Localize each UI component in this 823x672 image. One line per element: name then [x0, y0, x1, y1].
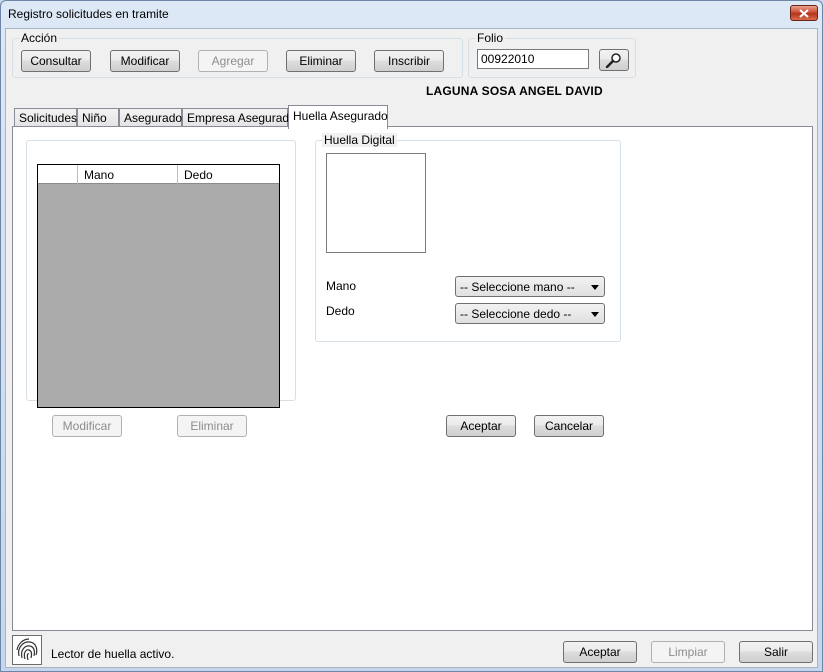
modificar-button[interactable]: Modificar	[110, 50, 180, 72]
close-icon	[799, 8, 809, 18]
tab-nino[interactable]: Niño	[77, 108, 119, 127]
fingerprint-glyph	[16, 638, 38, 661]
asegurado-nombre: LAGUNA SOSA ANGEL DAVID	[426, 84, 603, 98]
huellas-grid[interactable]: Mano Dedo	[37, 164, 280, 408]
grid-header: Mano Dedo	[38, 165, 279, 184]
inscribir-button[interactable]: Inscribir	[374, 50, 444, 72]
accion-legend: Acción	[19, 31, 60, 45]
dedo-label: Dedo	[326, 304, 355, 318]
fingerprint-preview	[326, 153, 426, 253]
status-text: Lector de huella activo.	[51, 647, 175, 661]
tab-asegurado[interactable]: Asegurado	[119, 108, 182, 127]
chevron-down-icon	[591, 312, 599, 317]
mano-select[interactable]: -- Seleccione mano --	[455, 276, 605, 297]
footer-salir-button[interactable]: Salir	[739, 641, 813, 663]
huellas-grid-group: Mano Dedo	[26, 140, 296, 408]
agregar-button[interactable]: Agregar	[198, 50, 268, 72]
grid-eliminar-button[interactable]: Eliminar	[177, 415, 247, 437]
huella-aceptar-button[interactable]: Aceptar	[446, 415, 516, 437]
grid-col-dedo[interactable]: Dedo	[178, 165, 279, 184]
footer-aceptar-button[interactable]: Aceptar	[563, 641, 637, 663]
folio-legend: Folio	[475, 31, 506, 45]
dedo-select-value: -- Seleccione dedo --	[460, 307, 572, 321]
consultar-button[interactable]: Consultar	[21, 50, 91, 72]
grid-row-header-cell	[38, 165, 78, 184]
tab-solicitudes[interactable]: Solicitudes	[14, 108, 77, 127]
accion-group: Acción Consultar Modificar Agregar Elimi…	[12, 31, 463, 78]
title-bar: Registro solicitudes en tramite	[1, 1, 822, 27]
close-button[interactable]	[790, 5, 818, 21]
huella-tab-page: Mano Dedo Modificar Eliminar Huella Digi…	[12, 126, 813, 631]
client-area: Acción Consultar Modificar Agregar Elimi…	[5, 28, 818, 668]
grid-col-mano[interactable]: Mano	[78, 165, 178, 184]
mano-select-value: -- Seleccione mano --	[460, 280, 575, 294]
window-title: Registro solicitudes en tramite	[8, 7, 169, 21]
huella-digital-group: Huella Digital Mano Dedo -- Seleccione m…	[315, 133, 621, 342]
eliminar-button[interactable]: Eliminar	[286, 50, 356, 72]
buscar-folio-button[interactable]	[599, 49, 629, 71]
fingerprint-icon	[12, 635, 42, 665]
tab-empresa-asegurado[interactable]: Empresa Asegurado	[182, 108, 296, 127]
chevron-down-icon	[591, 285, 599, 290]
mano-label: Mano	[326, 279, 357, 293]
footer-limpiar-button[interactable]: Limpiar	[651, 641, 725, 663]
tab-huella-asegurado[interactable]: Huella Asegurado	[288, 105, 388, 129]
dedo-select[interactable]: -- Seleccione dedo --	[455, 303, 605, 324]
huella-digital-legend: Huella Digital	[322, 133, 397, 147]
huella-cancelar-button[interactable]: Cancelar	[534, 415, 604, 437]
grid-modificar-button[interactable]: Modificar	[52, 415, 122, 437]
folio-input[interactable]	[477, 49, 589, 69]
main-window: Registro solicitudes en tramite Acción C…	[0, 0, 823, 672]
magnifier-icon	[605, 53, 621, 68]
folio-group: Folio	[468, 31, 636, 78]
